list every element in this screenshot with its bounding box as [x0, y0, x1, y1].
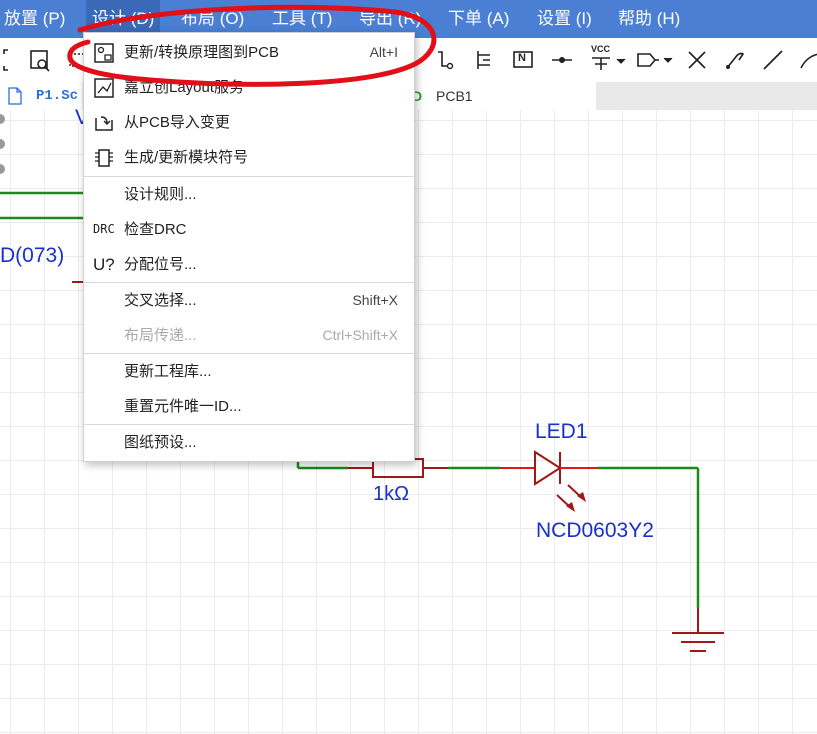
- partial-label-left: D(073): [0, 244, 65, 267]
- menu-item-label: 布局传递...: [124, 327, 197, 344]
- menu-item-label: 更新工程库...: [124, 363, 212, 380]
- menu-item-module-symbol[interactable]: 生成/更新模块符号: [84, 140, 414, 175]
- menu-order[interactable]: 下单 (A): [448, 0, 509, 38]
- resistor-value: 1kΩ: [373, 483, 410, 505]
- net-label-text: N: [518, 52, 526, 64]
- fit-view-icon[interactable]: [0, 46, 28, 74]
- menu-item-update-library[interactable]: 更新工程库...: [84, 354, 414, 389]
- menu-item-label: 图纸预设...: [124, 434, 197, 451]
- menu-item-label: 重置元件唯一ID...: [124, 398, 242, 415]
- net-flag-button[interactable]: [634, 46, 676, 74]
- probe-icon[interactable]: [721, 46, 749, 74]
- import-changes-icon: [95, 116, 113, 131]
- net-label-button[interactable]: N: [509, 46, 537, 74]
- net-port-icon[interactable]: [548, 46, 576, 74]
- led-symbol: [534, 450, 562, 486]
- bus-entry-icon[interactable]: [470, 46, 498, 74]
- menu-item-label: 生成/更新模块符号: [124, 149, 249, 166]
- menu-item-shortcut: Alt+I: [369, 44, 398, 60]
- tab-pcb-label: PCB1: [436, 88, 473, 104]
- wire-icon[interactable]: [430, 46, 458, 74]
- menu-item-shortcut: Ctrl+Shift+X: [322, 327, 398, 343]
- menu-item-reset-uid[interactable]: 重置元件唯一ID...: [84, 389, 414, 424]
- zoom-area-icon[interactable]: [26, 46, 54, 74]
- led-designator: LED1: [535, 420, 588, 443]
- layout-service-icon: [94, 78, 114, 98]
- document-icon: [8, 87, 22, 105]
- menu-item-import-changes[interactable]: 从PCB导入变更: [84, 105, 414, 140]
- menu-item-label: 从PCB导入变更: [124, 114, 230, 131]
- design-dropdown-menu: 更新/转换原理图到PCB Alt+I 嘉立创Layout服务 从PCB导入变更 …: [83, 32, 415, 462]
- menu-help[interactable]: 帮助 (H): [618, 0, 680, 38]
- menu-item-update-pcb[interactable]: 更新/转换原理图到PCB Alt+I: [84, 35, 414, 70]
- menu-item-layout-transfer: 布局传递... Ctrl+Shift+X: [84, 318, 414, 353]
- arc-icon[interactable]: [797, 46, 817, 74]
- menu-item-assign-designators[interactable]: U? 分配位号...: [84, 247, 414, 282]
- tab-schematic[interactable]: P1.Sc: [0, 82, 82, 110]
- menu-item-cross-select[interactable]: 交叉选择... Shift+X: [84, 283, 414, 318]
- net-flag-icon: [637, 53, 673, 67]
- menu-item-label: 分配位号...: [124, 256, 197, 273]
- menu-item-label: 嘉立创Layout服务: [124, 79, 245, 96]
- menu-item-layout-service[interactable]: 嘉立创Layout服务: [84, 70, 414, 105]
- drc-icon: DRC: [93, 222, 115, 236]
- menu-item-check-drc[interactable]: DRC 检查DRC: [84, 212, 414, 247]
- update-pcb-icon: [94, 43, 114, 63]
- led-part-number: NCD0603Y2: [536, 519, 654, 542]
- menu-item-sheet-presets[interactable]: 图纸预设...: [84, 425, 414, 460]
- menu-item-design-rules[interactable]: 设计规则...: [84, 177, 414, 212]
- menu-item-label: 检查DRC: [124, 221, 187, 238]
- line-icon[interactable]: [759, 46, 787, 74]
- menu-settings[interactable]: 设置 (I): [537, 0, 592, 38]
- menu-item-label: 交叉选择...: [124, 292, 197, 309]
- menu-item-label: 设计规则...: [124, 186, 197, 203]
- tab-pcb[interactable]: D PCB1: [412, 82, 596, 110]
- tab-schematic-label: P1.Sc: [36, 88, 79, 104]
- menu-place[interactable]: 放置 (P): [4, 0, 65, 38]
- menu-item-label: 更新/转换原理图到PCB: [124, 44, 280, 61]
- menu-item-shortcut: Shift+X: [352, 292, 398, 308]
- no-connect-icon[interactable]: [683, 46, 711, 74]
- designator-icon: U?: [93, 255, 115, 274]
- vcc-power-button[interactable]: VCC: [588, 44, 628, 74]
- module-symbol-icon: [95, 149, 113, 167]
- vcc-label: VCC: [591, 44, 611, 54]
